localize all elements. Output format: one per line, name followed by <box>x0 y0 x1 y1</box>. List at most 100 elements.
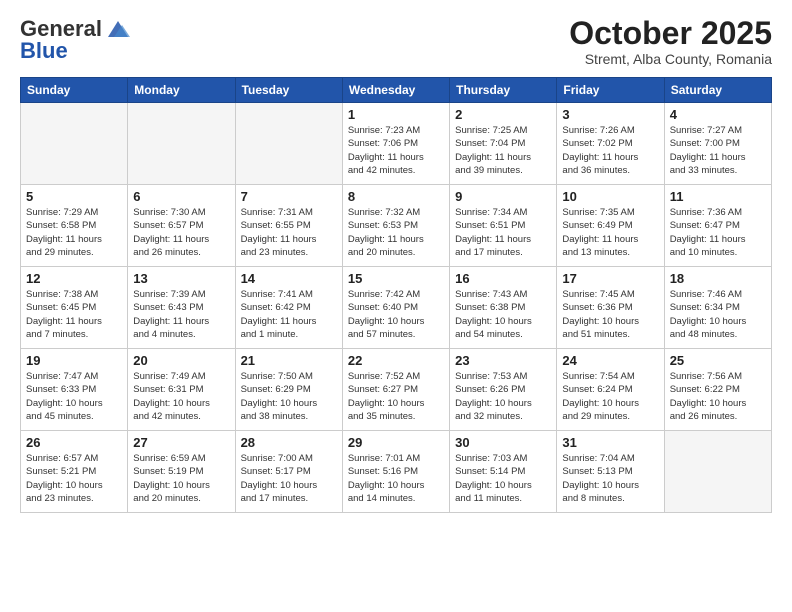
day-info: Sunrise: 7:34 AM Sunset: 6:51 PM Dayligh… <box>455 206 551 259</box>
day-info: Sunrise: 7:01 AM Sunset: 5:16 PM Dayligh… <box>348 452 444 505</box>
day-number: 6 <box>133 189 229 204</box>
day-info: Sunrise: 6:59 AM Sunset: 5:19 PM Dayligh… <box>133 452 229 505</box>
day-info: Sunrise: 7:31 AM Sunset: 6:55 PM Dayligh… <box>241 206 337 259</box>
day-info: Sunrise: 7:04 AM Sunset: 5:13 PM Dayligh… <box>562 452 658 505</box>
weekday-header: Sunday <box>21 78 128 103</box>
logo: General Blue <box>20 16 132 64</box>
day-number: 18 <box>670 271 766 286</box>
day-number: 7 <box>241 189 337 204</box>
calendar-cell: 21 Sunrise: 7:50 AM Sunset: 6:29 PM Dayli… <box>235 349 342 431</box>
day-number: 31 <box>562 435 658 450</box>
weekday-header: Friday <box>557 78 664 103</box>
calendar-cell: 31 Sunrise: 7:04 AM Sunset: 5:13 PM Dayli… <box>557 431 664 513</box>
day-info: Sunrise: 7:52 AM Sunset: 6:27 PM Dayligh… <box>348 370 444 423</box>
calendar-cell <box>128 103 235 185</box>
calendar-cell: 17 Sunrise: 7:45 AM Sunset: 6:36 PM Dayli… <box>557 267 664 349</box>
title-area: October 2025 Stremt, Alba County, Romani… <box>569 16 772 67</box>
calendar-cell <box>664 431 771 513</box>
day-info: Sunrise: 7:50 AM Sunset: 6:29 PM Dayligh… <box>241 370 337 423</box>
day-number: 21 <box>241 353 337 368</box>
calendar-cell: 3Sunrise: 7:26 AM Sunset: 7:02 PM Daylig… <box>557 103 664 185</box>
calendar-cell: 12 Sunrise: 7:38 AM Sunset: 6:45 PM Dayli… <box>21 267 128 349</box>
calendar-cell: 8 Sunrise: 7:32 AM Sunset: 6:53 PM Daylig… <box>342 185 449 267</box>
calendar-week-row: 26Sunrise: 6:57 AM Sunset: 5:21 PM Dayli… <box>21 431 772 513</box>
day-info: Sunrise: 7:45 AM Sunset: 6:36 PM Dayligh… <box>562 288 658 341</box>
day-info: Sunrise: 7:41 AM Sunset: 6:42 PM Dayligh… <box>241 288 337 341</box>
calendar-cell: 19 Sunrise: 7:47 AM Sunset: 6:33 PM Dayli… <box>21 349 128 431</box>
weekday-header: Thursday <box>450 78 557 103</box>
calendar-cell: 27 Sunrise: 6:59 AM Sunset: 5:19 PM Dayli… <box>128 431 235 513</box>
day-info: Sunrise: 7:46 AM Sunset: 6:34 PM Dayligh… <box>670 288 766 341</box>
day-number: 12 <box>26 271 122 286</box>
day-number: 24 <box>562 353 658 368</box>
day-info: Sunrise: 7:49 AM Sunset: 6:31 PM Dayligh… <box>133 370 229 423</box>
calendar-cell: 20 Sunrise: 7:49 AM Sunset: 6:31 PM Dayli… <box>128 349 235 431</box>
weekday-header: Tuesday <box>235 78 342 103</box>
day-number: 11 <box>670 189 766 204</box>
day-info: Sunrise: 7:47 AM Sunset: 6:33 PM Dayligh… <box>26 370 122 423</box>
day-info: Sunrise: 7:56 AM Sunset: 6:22 PM Dayligh… <box>670 370 766 423</box>
calendar-cell: 18 Sunrise: 7:46 AM Sunset: 6:34 PM Dayli… <box>664 267 771 349</box>
calendar-cell: 25Sunrise: 7:56 AM Sunset: 6:22 PM Dayli… <box>664 349 771 431</box>
day-number: 27 <box>133 435 229 450</box>
day-info: Sunrise: 7:53 AM Sunset: 6:26 PM Dayligh… <box>455 370 551 423</box>
logo-blue: Blue <box>20 38 68 64</box>
logo-icon <box>104 19 132 39</box>
weekday-header: Wednesday <box>342 78 449 103</box>
calendar-cell: 5 Sunrise: 7:29 AM Sunset: 6:58 PM Daylig… <box>21 185 128 267</box>
day-number: 1 <box>348 107 444 122</box>
calendar-cell: 9 Sunrise: 7:34 AM Sunset: 6:51 PM Daylig… <box>450 185 557 267</box>
calendar-cell: 6 Sunrise: 7:30 AM Sunset: 6:57 PM Daylig… <box>128 185 235 267</box>
day-number: 20 <box>133 353 229 368</box>
calendar-cell: 28 Sunrise: 7:00 AM Sunset: 5:17 PM Dayli… <box>235 431 342 513</box>
day-info: Sunrise: 7:39 AM Sunset: 6:43 PM Dayligh… <box>133 288 229 341</box>
calendar-cell: 15Sunrise: 7:42 AM Sunset: 6:40 PM Dayli… <box>342 267 449 349</box>
day-info: Sunrise: 7:54 AM Sunset: 6:24 PM Dayligh… <box>562 370 658 423</box>
weekday-header-row: SundayMondayTuesdayWednesdayThursdayFrid… <box>21 78 772 103</box>
calendar-cell: 14 Sunrise: 7:41 AM Sunset: 6:42 PM Dayli… <box>235 267 342 349</box>
calendar-cell: 10Sunrise: 7:35 AM Sunset: 6:49 PM Dayli… <box>557 185 664 267</box>
day-info: Sunrise: 7:36 AM Sunset: 6:47 PM Dayligh… <box>670 206 766 259</box>
day-info: Sunrise: 7:27 AM Sunset: 7:00 PM Dayligh… <box>670 124 766 177</box>
day-number: 28 <box>241 435 337 450</box>
calendar-cell: 4 Sunrise: 7:27 AM Sunset: 7:00 PM Daylig… <box>664 103 771 185</box>
weekday-header: Saturday <box>664 78 771 103</box>
calendar-cell: 24 Sunrise: 7:54 AM Sunset: 6:24 PM Dayli… <box>557 349 664 431</box>
calendar-cell: 7 Sunrise: 7:31 AM Sunset: 6:55 PM Daylig… <box>235 185 342 267</box>
month-title: October 2025 <box>569 16 772 51</box>
calendar-cell: 2Sunrise: 7:25 AM Sunset: 7:04 PM Daylig… <box>450 103 557 185</box>
calendar-cell: 13 Sunrise: 7:39 AM Sunset: 6:43 PM Dayli… <box>128 267 235 349</box>
calendar-week-row: 12 Sunrise: 7:38 AM Sunset: 6:45 PM Dayli… <box>21 267 772 349</box>
day-number: 13 <box>133 271 229 286</box>
day-number: 16 <box>455 271 551 286</box>
day-info: Sunrise: 7:32 AM Sunset: 6:53 PM Dayligh… <box>348 206 444 259</box>
day-number: 19 <box>26 353 122 368</box>
day-number: 8 <box>348 189 444 204</box>
day-number: 14 <box>241 271 337 286</box>
day-info: Sunrise: 7:38 AM Sunset: 6:45 PM Dayligh… <box>26 288 122 341</box>
location-subtitle: Stremt, Alba County, Romania <box>569 51 772 67</box>
page: General Blue October 2025 Stremt, Alba C… <box>0 0 792 612</box>
day-info: Sunrise: 7:26 AM Sunset: 7:02 PM Dayligh… <box>562 124 658 177</box>
day-info: Sunrise: 7:03 AM Sunset: 5:14 PM Dayligh… <box>455 452 551 505</box>
calendar-cell <box>235 103 342 185</box>
day-number: 10 <box>562 189 658 204</box>
calendar-week-row: 19 Sunrise: 7:47 AM Sunset: 6:33 PM Dayli… <box>21 349 772 431</box>
day-number: 2 <box>455 107 551 122</box>
weekday-header: Monday <box>128 78 235 103</box>
calendar-cell: 30Sunrise: 7:03 AM Sunset: 5:14 PM Dayli… <box>450 431 557 513</box>
day-number: 22 <box>348 353 444 368</box>
day-info: Sunrise: 7:30 AM Sunset: 6:57 PM Dayligh… <box>133 206 229 259</box>
day-info: Sunrise: 6:57 AM Sunset: 5:21 PM Dayligh… <box>26 452 122 505</box>
day-info: Sunrise: 7:00 AM Sunset: 5:17 PM Dayligh… <box>241 452 337 505</box>
day-number: 29 <box>348 435 444 450</box>
day-info: Sunrise: 7:29 AM Sunset: 6:58 PM Dayligh… <box>26 206 122 259</box>
calendar-cell: 16Sunrise: 7:43 AM Sunset: 6:38 PM Dayli… <box>450 267 557 349</box>
day-number: 23 <box>455 353 551 368</box>
day-number: 9 <box>455 189 551 204</box>
day-number: 5 <box>26 189 122 204</box>
day-number: 17 <box>562 271 658 286</box>
day-number: 15 <box>348 271 444 286</box>
calendar-cell <box>21 103 128 185</box>
day-number: 4 <box>670 107 766 122</box>
